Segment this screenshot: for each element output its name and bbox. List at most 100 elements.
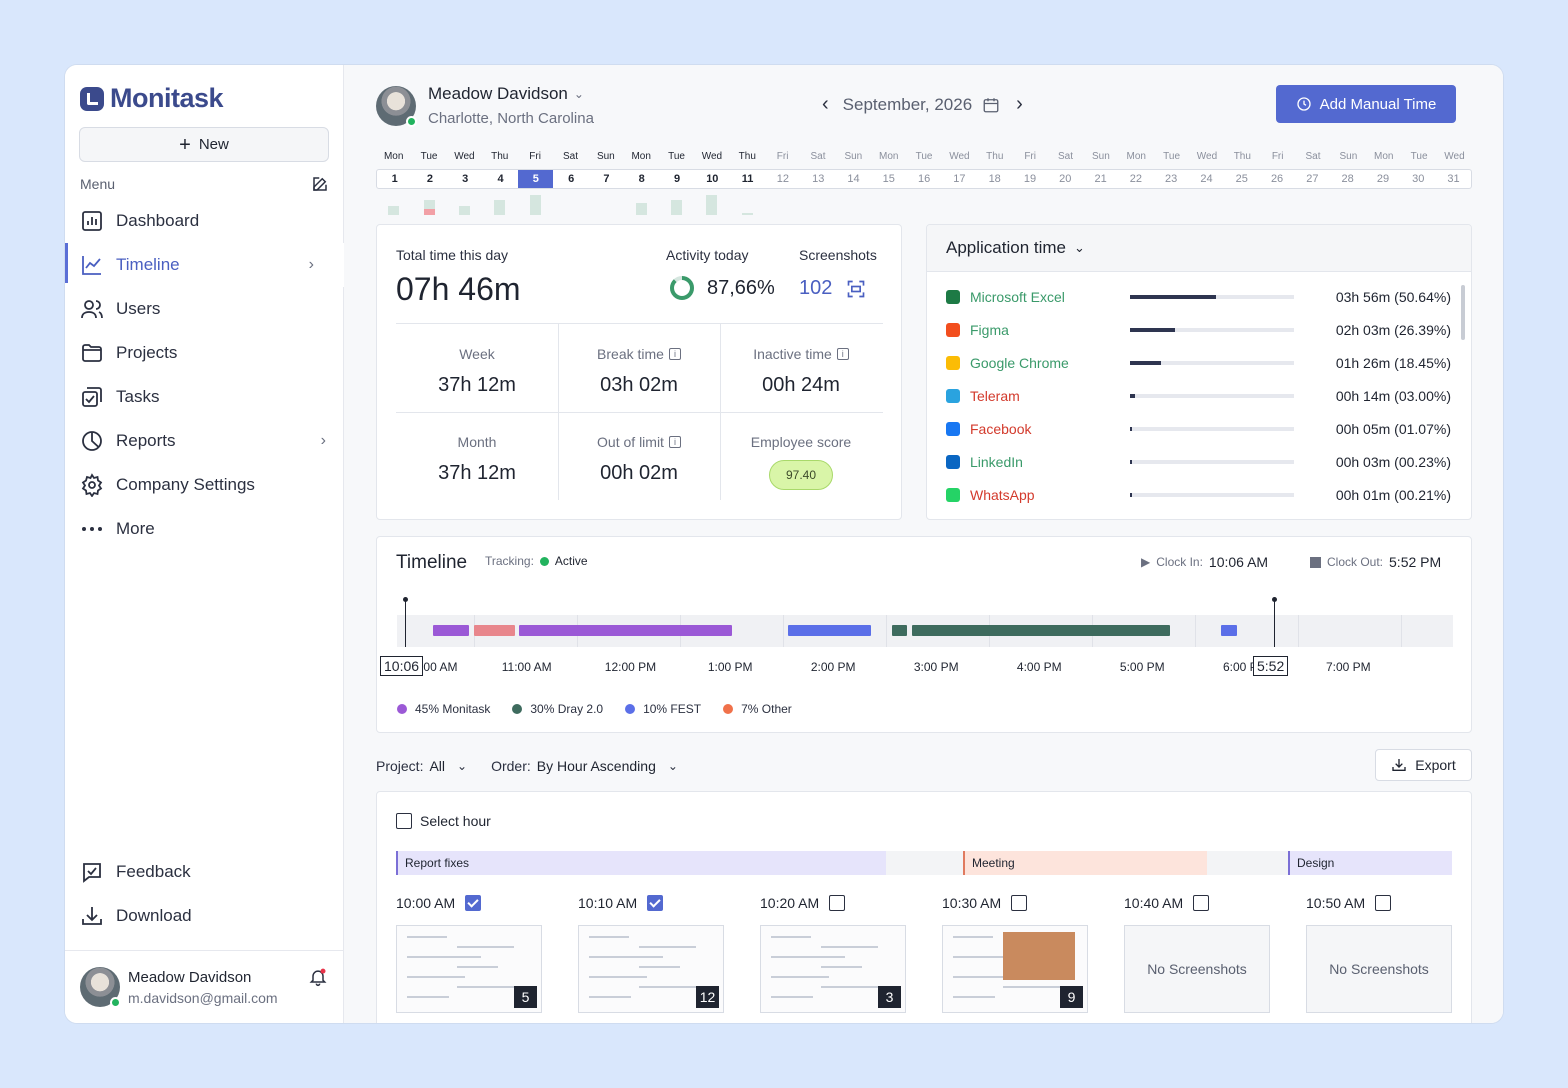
- folder-icon: [82, 344, 102, 362]
- calendar-date-3[interactable]: 3: [448, 170, 483, 188]
- screenshot-thumbnail[interactable]: 12: [578, 925, 724, 1013]
- info-icon[interactable]: i: [668, 436, 681, 448]
- logo[interactable]: Monitask: [80, 83, 224, 114]
- screenshot-thumbnail[interactable]: 5: [396, 925, 542, 1013]
- calendar-date-16[interactable]: 16: [906, 170, 941, 188]
- calendar-date-11[interactable]: 11: [730, 170, 765, 188]
- slot-checkbox[interactable]: [465, 895, 482, 911]
- application-time-header[interactable]: Application time ⌄: [927, 225, 1471, 272]
- app-row[interactable]: LinkedIn 00h 03m (00.23%): [946, 452, 1451, 472]
- calendar-date-12[interactable]: 12: [765, 170, 800, 188]
- order-filter[interactable]: Order: By Hour Ascending ⌄: [491, 758, 678, 774]
- chevron-left-icon[interactable]: ‹: [822, 93, 829, 116]
- calendar-date-9[interactable]: 9: [659, 170, 694, 188]
- info-icon[interactable]: i: [668, 348, 681, 360]
- calendar-date-15[interactable]: 15: [871, 170, 906, 188]
- timeline-segment[interactable]: [891, 625, 907, 636]
- calendar-date-22[interactable]: 22: [1118, 170, 1153, 188]
- sidebar-item-tasks[interactable]: Tasks: [65, 375, 344, 419]
- stat-value: 00h 24m: [762, 374, 840, 396]
- app-row[interactable]: Teleram 00h 14m (03.00%): [946, 386, 1451, 406]
- slot-checkbox[interactable]: [1375, 895, 1392, 911]
- employee-score-badge: 97.40: [769, 460, 833, 490]
- calendar-date-27[interactable]: 27: [1295, 170, 1330, 188]
- calendar-date-1[interactable]: 1: [377, 170, 412, 188]
- slot-checkbox[interactable]: [1011, 895, 1028, 911]
- app-row[interactable]: Google Chrome 01h 26m (18.45%): [946, 353, 1451, 373]
- timeline-segment[interactable]: [518, 625, 732, 636]
- sidebar-item-users[interactable]: Users: [65, 287, 344, 331]
- calendar-date-2[interactable]: 2: [412, 170, 447, 188]
- app-row[interactable]: Facebook 00h 05m (01.07%): [946, 419, 1451, 439]
- timeline-segment[interactable]: [912, 625, 1170, 636]
- timeline-segment[interactable]: [433, 625, 470, 636]
- calendar-date-31[interactable]: 31: [1436, 170, 1471, 188]
- timeline-track[interactable]: [397, 615, 1453, 647]
- app-row[interactable]: Microsoft Excel 03h 56m (50.64%): [946, 287, 1451, 307]
- sidebar-item-download[interactable]: Download: [65, 894, 344, 938]
- bell-icon[interactable]: [308, 967, 328, 987]
- screenshot-icon[interactable]: [846, 279, 866, 299]
- select-hour-checkbox[interactable]: [396, 813, 412, 829]
- sidebar-item-dashboard[interactable]: Dashboard: [65, 199, 344, 243]
- calendar-date-8[interactable]: 8: [624, 170, 659, 188]
- sidebar-item-feedback[interactable]: Feedback: [65, 850, 344, 894]
- calendar-date-29[interactable]: 29: [1365, 170, 1400, 188]
- empty-screenshot: No Screenshots: [1124, 925, 1270, 1013]
- slot-checkbox[interactable]: [647, 895, 664, 911]
- calendar-date-10[interactable]: 10: [695, 170, 730, 188]
- current-user[interactable]: Meadow Davidson m.davidson@gmail.com: [65, 950, 344, 1023]
- export-button[interactable]: Export: [1375, 749, 1472, 781]
- sidebar-item-timeline[interactable]: Timeline ›: [65, 243, 344, 287]
- screenshot-thumbnail[interactable]: 3: [760, 925, 906, 1013]
- select-hour[interactable]: Select hour: [396, 813, 491, 829]
- info-icon[interactable]: i: [836, 348, 849, 360]
- new-button[interactable]: + New: [79, 127, 329, 162]
- edit-icon[interactable]: [311, 175, 329, 193]
- end-marker[interactable]: [1272, 597, 1277, 647]
- calendar-date-13[interactable]: 13: [801, 170, 836, 188]
- app-usage-fill: [1130, 427, 1132, 431]
- start-marker[interactable]: [403, 597, 408, 647]
- calendar-date-17[interactable]: 17: [942, 170, 977, 188]
- calendar-icon[interactable]: [982, 96, 1000, 114]
- calendar-date-20[interactable]: 20: [1048, 170, 1083, 188]
- app-row[interactable]: WhatsApp 00h 01m (00.21%): [946, 485, 1451, 505]
- sidebar-item-projects[interactable]: Projects: [65, 331, 344, 375]
- app-row[interactable]: Figma 02h 03m (26.39%): [946, 320, 1451, 340]
- timeline-segment[interactable]: [1221, 625, 1237, 636]
- calendar-date-5[interactable]: 5: [518, 170, 554, 188]
- slot-checkbox[interactable]: [829, 895, 846, 911]
- calendar-date-28[interactable]: 28: [1330, 170, 1365, 188]
- calendar-date-18[interactable]: 18: [977, 170, 1012, 188]
- order-filter-label: Order:: [491, 758, 531, 774]
- timeline-segment[interactable]: [474, 625, 516, 636]
- scrollbar[interactable]: [1461, 285, 1465, 340]
- calendar-date-30[interactable]: 30: [1401, 170, 1436, 188]
- calendar-activity-bar: [671, 200, 683, 215]
- calendar-date-4[interactable]: 4: [483, 170, 518, 188]
- calendar-date-6[interactable]: 6: [553, 170, 588, 188]
- calendar-date-26[interactable]: 26: [1259, 170, 1294, 188]
- calendar-date-24[interactable]: 24: [1189, 170, 1224, 188]
- chevron-down-icon[interactable]: ⌄: [574, 87, 584, 101]
- screenshots-value[interactable]: 102: [799, 277, 832, 300]
- sidebar-item-reports[interactable]: Reports ›: [65, 419, 344, 463]
- project-filter[interactable]: Project: All ⌄: [376, 758, 467, 774]
- calendar-date-19[interactable]: 19: [1012, 170, 1047, 188]
- feedback-icon: [83, 863, 101, 883]
- calendar-weekday: Wed: [1196, 151, 1218, 162]
- calendar-date-21[interactable]: 21: [1083, 170, 1118, 188]
- screenshot-thumbnail[interactable]: 9: [942, 925, 1088, 1013]
- slot-checkbox[interactable]: [1193, 895, 1210, 911]
- sidebar-item-more[interactable]: More: [65, 507, 344, 551]
- add-manual-time-button[interactable]: Add Manual Time: [1276, 85, 1456, 123]
- calendar-date-25[interactable]: 25: [1224, 170, 1259, 188]
- calendar-date-14[interactable]: 14: [836, 170, 871, 188]
- selected-user[interactable]: Meadow Davidson ⌄ Charlotte, North Caroli…: [376, 84, 594, 127]
- calendar-date-7[interactable]: 7: [589, 170, 624, 188]
- timeline-segment[interactable]: [788, 625, 871, 636]
- calendar-date-23[interactable]: 23: [1154, 170, 1189, 188]
- chevron-right-icon[interactable]: ›: [1016, 93, 1023, 116]
- sidebar-item-company-settings[interactable]: Company Settings: [65, 463, 344, 507]
